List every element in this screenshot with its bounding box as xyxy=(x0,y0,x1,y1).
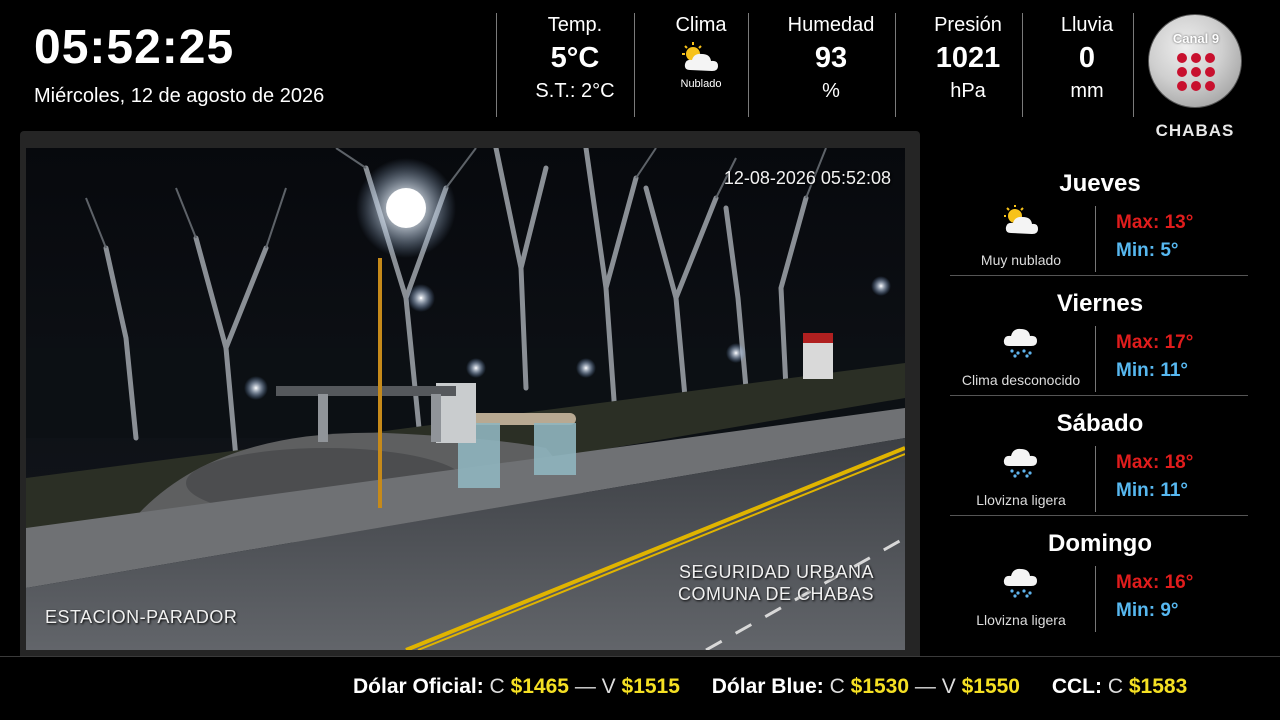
ticker-dash: — xyxy=(574,675,596,698)
camera-watermark: SEGURIDAD URBANA COMUNA DE CHABAS xyxy=(678,561,874,605)
temperature-value: 5°C xyxy=(550,42,600,74)
ticker-item-ccl: CCL: C $1583 xyxy=(1052,675,1187,699)
humidity-label: Humedad xyxy=(787,14,875,36)
ticker-buy-label: C xyxy=(489,675,505,698)
divider xyxy=(1133,13,1134,117)
clima-label: Clima xyxy=(675,14,727,36)
watermark-line-2: COMUNA DE CHABAS xyxy=(677,584,874,604)
rain-unit: mm xyxy=(1070,80,1104,102)
divider xyxy=(950,275,1248,276)
pressure-value: 1021 xyxy=(935,42,1001,74)
forecast-day-name: Sábado xyxy=(1056,410,1144,437)
watermark-line-1: SEGURIDAD URBANA xyxy=(678,562,874,582)
pressure-unit: hPa xyxy=(950,80,986,102)
forecast-day: Domingo Llovizna ligera Max: 16° Min: 9° xyxy=(950,520,1250,640)
clima-panel: Clima Nublado xyxy=(654,12,748,90)
ticker-item-dolar-oficial: Dólar Oficial: C $1465 — V $1515 xyxy=(353,675,680,699)
divider xyxy=(496,13,497,117)
rain-cloud-icon xyxy=(1003,328,1037,358)
rain-label: Lluvia xyxy=(1060,14,1114,36)
ticker-sell-label: V xyxy=(601,675,616,698)
divider xyxy=(634,13,635,117)
forecast-max: Max: 13° xyxy=(1116,212,1194,233)
rain-cloud-icon xyxy=(1003,568,1037,598)
ticker-buy-price: $1583 xyxy=(1128,675,1188,698)
ticker-name: Dólar Blue: xyxy=(711,675,824,698)
ticker-name: CCL: xyxy=(1051,675,1102,698)
divider xyxy=(1022,13,1023,117)
divider xyxy=(1095,446,1096,512)
ticker-item-dolar-blue: Dólar Blue: C $1530 — V $1550 xyxy=(712,675,1020,699)
humidity-panel: Humedad 93 % xyxy=(768,12,894,104)
channel-logo: Canal 9 xyxy=(1148,14,1242,108)
channel-city: CHABAS xyxy=(1155,121,1235,140)
ticker-buy-label: C xyxy=(1107,675,1124,698)
divider xyxy=(1095,566,1096,632)
forecast-description: Llovizna ligera xyxy=(976,492,1066,508)
forecast-day-name: Domingo xyxy=(1048,530,1152,557)
ticker-dash: — xyxy=(914,675,936,698)
forecast-min: Min: 11° xyxy=(1116,360,1189,381)
ticker-name: Dólar Oficial: xyxy=(353,675,484,698)
divider xyxy=(1095,206,1096,272)
ticker-sell-price: $1515 xyxy=(621,675,680,698)
current-date: Miércoles, 12 de agosto de 2026 xyxy=(34,85,325,107)
temperature-label: Temp. xyxy=(547,14,603,36)
pressure-panel: Presión 1021 hPa xyxy=(914,12,1022,104)
ticker-buy-label: C xyxy=(829,675,845,698)
forecast-max: Max: 18° xyxy=(1116,452,1194,473)
forecast-min: Min: 11° xyxy=(1116,480,1189,501)
rain-value: 0 xyxy=(1078,42,1096,74)
channel-logo-text: Canal 9 xyxy=(1172,31,1220,46)
ticker-track: Dólar Oficial: C $1465 — V $1515 Dólar B… xyxy=(353,675,1213,699)
divider xyxy=(1095,326,1096,392)
pressure-label: Presión xyxy=(934,14,1002,36)
rain-cloud-icon xyxy=(1003,448,1037,478)
humidity-value: 93 xyxy=(814,42,848,74)
forecast-max: Max: 17° xyxy=(1116,332,1194,353)
ticker-sell-label: V xyxy=(941,675,956,698)
header-bar: 05:52:25 Miércoles, 12 de agosto de 2026… xyxy=(0,0,1280,140)
divider xyxy=(950,515,1248,516)
forecast-description: Llovizna ligera xyxy=(976,612,1066,628)
camera-feed[interactable]: 12-08-2026 05:52:08 SEGURIDAD URBANA COM… xyxy=(26,148,905,650)
ticker-sell-price: $1550 xyxy=(961,675,1020,698)
camera-location: ESTACION-PARADOR xyxy=(45,607,238,627)
forecast-min: Min: 5° xyxy=(1116,240,1179,261)
forecast-day-name: Jueves xyxy=(1059,170,1141,197)
rain-panel: Lluvia 0 mm xyxy=(1040,12,1134,104)
currency-ticker: Dólar Oficial: C $1465 — V $1515 Dólar B… xyxy=(0,656,1280,720)
forecast-day: Jueves Muy nublado Max: 13° Min: 5° xyxy=(950,160,1250,280)
camera-timestamp: 12-08-2026 05:52:08 xyxy=(723,168,891,188)
forecast-day: Viernes Clima desconocido Max: 17° Min: … xyxy=(950,280,1250,400)
forecast-day: Sábado Llovizna ligera Max: 18° Min: 11° xyxy=(950,400,1250,520)
divider xyxy=(950,395,1248,396)
clima-description: Nublado xyxy=(680,78,722,90)
ticker-buy-price: $1530 xyxy=(850,675,910,698)
divider xyxy=(895,13,896,117)
humidity-unit: % xyxy=(822,80,840,102)
logo-dots-icon xyxy=(1177,53,1215,91)
forecast-max: Max: 16° xyxy=(1116,572,1194,593)
partly-cloudy-icon xyxy=(678,40,724,76)
forecast-description: Clima desconocido xyxy=(961,372,1081,388)
forecast-panel: Jueves Muy nublado Max: 13° Min: 5° Vier… xyxy=(950,160,1250,640)
partly-cloudy-icon xyxy=(1004,205,1038,234)
clock-time: 05:52:25 xyxy=(34,21,235,74)
forecast-description: Muy nublado xyxy=(980,252,1062,268)
divider xyxy=(748,13,749,117)
forecast-min: Min: 9° xyxy=(1116,600,1179,621)
forecast-day-name: Viernes xyxy=(1056,290,1144,317)
temperature-panel: Temp. 5°C S.T.: 2°C xyxy=(516,12,634,104)
feels-like-value: S.T.: 2°C xyxy=(535,80,615,102)
ticker-buy-price: $1465 xyxy=(510,675,569,698)
